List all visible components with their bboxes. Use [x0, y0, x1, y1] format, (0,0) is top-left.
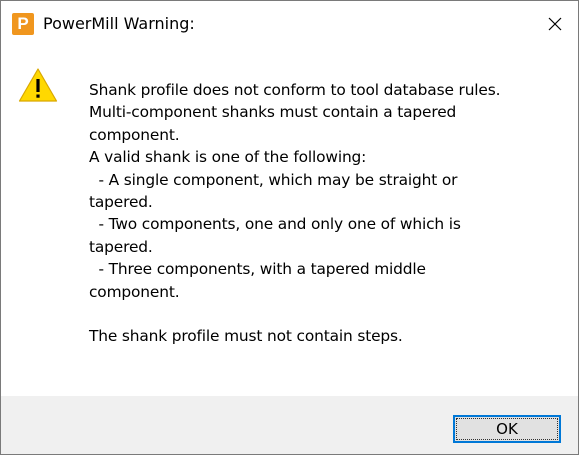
message-line	[89, 303, 573, 325]
message-line: The shank profile must not contain steps…	[89, 327, 403, 346]
app-icon-letter: P	[17, 14, 29, 33]
close-icon	[548, 17, 562, 31]
warning-message: Shank profile does not conform to tool d…	[89, 79, 573, 348]
message-line: A valid shank is one of the following:	[89, 148, 367, 167]
warning-icon	[18, 68, 58, 102]
title-bar[interactable]: P PowerMill Warning:	[1, 1, 578, 48]
message-line: tapered.	[89, 237, 153, 256]
window-title: PowerMill Warning:	[43, 14, 195, 33]
message-line: component.	[89, 282, 180, 301]
powermill-app-icon: P	[12, 13, 34, 35]
message-line: - Two components, one and only one of wh…	[89, 215, 461, 234]
message-line: component.	[89, 125, 180, 144]
ok-button-label: OK	[496, 420, 518, 438]
message-line: Multi-component shanks must contain a ta…	[89, 103, 457, 122]
close-button[interactable]	[532, 1, 578, 48]
message-line: Shank profile does not conform to tool d…	[89, 81, 501, 99]
warning-dialog: P PowerMill Warning: Shank profile does …	[0, 0, 579, 455]
message-line: - A single component, which may be strai…	[89, 170, 458, 189]
message-line: - Three components, with a tapered middl…	[89, 260, 426, 279]
ok-button[interactable]: OK	[453, 415, 561, 443]
message-line: tapered.	[89, 193, 153, 212]
